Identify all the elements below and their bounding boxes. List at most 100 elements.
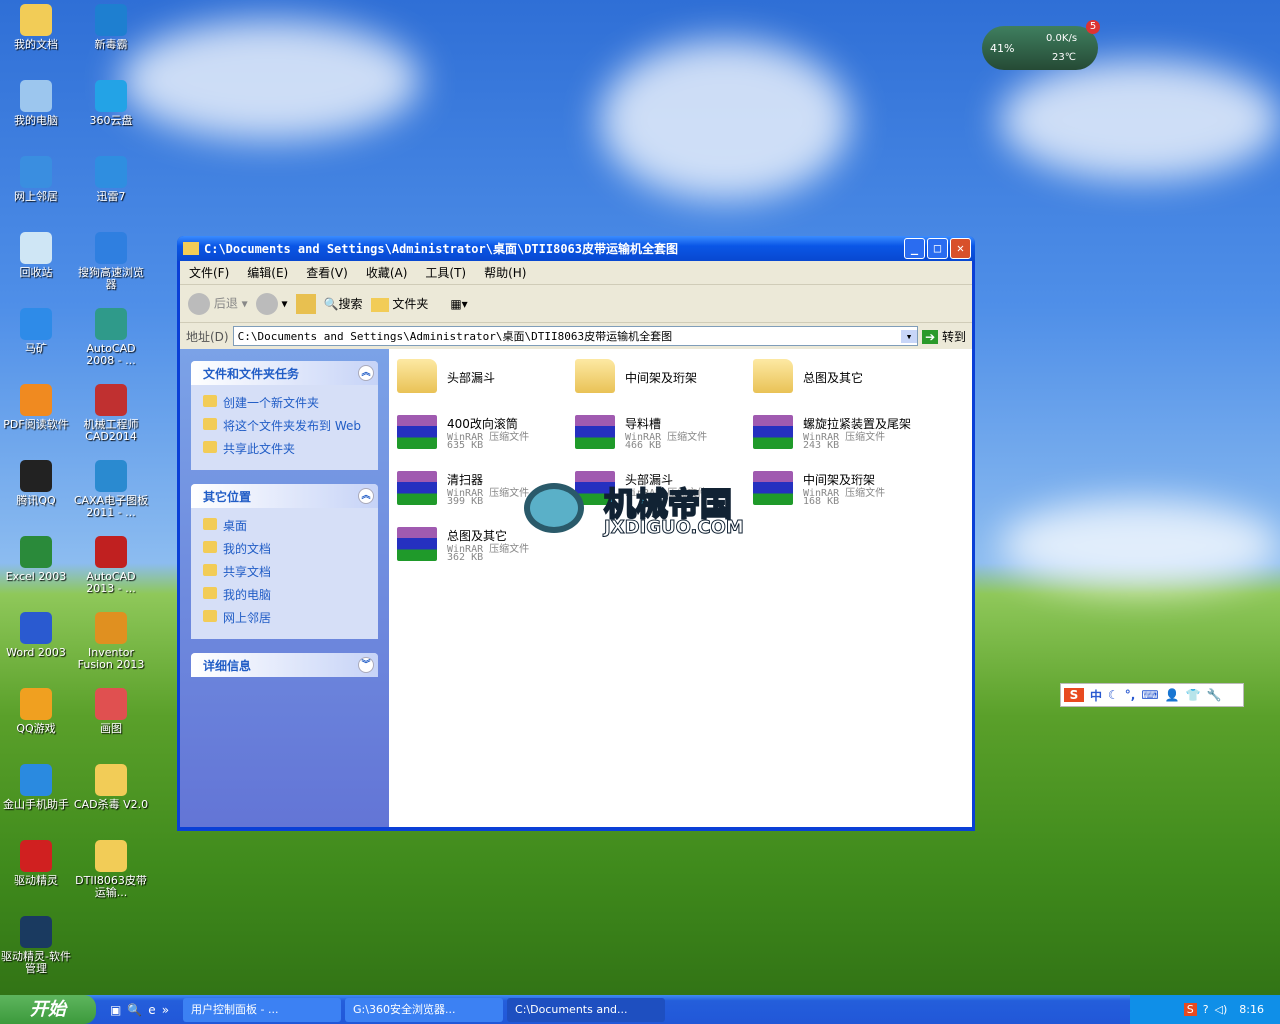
- desktop-icon[interactable]: 新毒霸: [73, 4, 149, 51]
- ime-mode[interactable]: 中: [1090, 687, 1102, 704]
- archive-item[interactable]: 导料槽 WinRAR 压缩文件 466 KB: [575, 409, 753, 459]
- archive-item[interactable]: 清扫器 WinRAR 压缩文件 399 KB: [397, 465, 575, 515]
- clock: 8:16: [1239, 1003, 1264, 1016]
- task-panel: 详细信息 ︾: [191, 653, 378, 677]
- folder-item[interactable]: 总图及其它: [753, 353, 931, 403]
- panel-link[interactable]: 将这个文件夹发布到 Web: [201, 414, 368, 437]
- forward-arrow-icon: [255, 292, 278, 315]
- panel-link[interactable]: 共享文档: [201, 560, 368, 583]
- desktop-icon[interactable]: Inventor Fusion 2013: [73, 612, 149, 671]
- desktop-icon[interactable]: CAD杀毒 V2.0: [73, 764, 149, 811]
- desktop-icon-label: 我的文档: [14, 38, 58, 51]
- desktop-icon[interactable]: Excel 2003: [0, 536, 74, 583]
- title-bar[interactable]: C:\Documents and Settings\Administrator\…: [177, 236, 975, 261]
- folders-button[interactable]: 文件夹: [370, 295, 428, 312]
- help-icon[interactable]: ?: [1203, 1003, 1209, 1016]
- system-monitor-widget[interactable]: 41% 0.0K/s 23℃ 5: [982, 20, 1100, 70]
- desktop-icon[interactable]: CAXA电子图板2011 - ...: [73, 460, 149, 519]
- panel-link[interactable]: 共享此文件夹: [201, 437, 368, 460]
- desktop-icon-label: QQ游戏: [16, 722, 56, 735]
- panel-link[interactable]: 网上邻居: [201, 606, 368, 629]
- menu-item[interactable]: 工具(T): [416, 264, 475, 281]
- archive-item[interactable]: 400改向滚筒 WinRAR 压缩文件 635 KB: [397, 409, 575, 459]
- maximize-button[interactable]: □: [927, 238, 948, 259]
- desktop-icon[interactable]: AutoCAD 2008 - ...: [73, 308, 149, 367]
- show-desktop-icon[interactable]: ▣: [110, 1003, 121, 1017]
- taskbar-button[interactable]: 用户控制面板 - ...: [183, 997, 342, 1022]
- address-input[interactable]: C:\Documents and Settings\Administrator\…: [232, 326, 919, 346]
- close-button[interactable]: ✕: [950, 238, 971, 259]
- archive-item[interactable]: 总图及其它 WinRAR 压缩文件 362 KB: [397, 521, 575, 571]
- desktop-icon[interactable]: 画图: [73, 688, 149, 735]
- user-icon[interactable]: 👤: [1165, 688, 1180, 702]
- desktop-icon[interactable]: 迅雷7: [73, 156, 149, 203]
- collapse-chevron-icon[interactable]: ︽: [358, 365, 374, 381]
- menu-item[interactable]: 查看(V): [297, 264, 357, 281]
- panel-header[interactable]: 详细信息 ︾: [191, 653, 378, 677]
- desktop-icon[interactable]: QQ游戏: [0, 688, 74, 735]
- volume-icon[interactable]: ◁): [1215, 1003, 1228, 1016]
- start-button[interactable]: 开始: [0, 995, 96, 1024]
- ie-icon[interactable]: e: [148, 1003, 155, 1017]
- desktop-icon[interactable]: Word 2003: [0, 612, 74, 659]
- desktop-icon[interactable]: 马矿: [0, 308, 74, 355]
- collapse-chevron-icon[interactable]: ︽: [358, 488, 374, 504]
- ime-toolbar[interactable]: S 中 ☾ °, ⌨ 👤 👕 🔧: [1060, 683, 1244, 707]
- desktop-icon[interactable]: AutoCAD 2013 - ...: [73, 536, 149, 595]
- shirt-icon[interactable]: 👕: [1186, 688, 1201, 702]
- search-icon[interactable]: 🔍: [127, 1003, 142, 1017]
- archive-item[interactable]: 中间架及珩架 WinRAR 压缩文件 168 KB: [753, 465, 931, 515]
- desktop-icon[interactable]: 我的电脑: [0, 80, 74, 127]
- panel-link[interactable]: 创建一个新文件夹: [201, 391, 368, 414]
- panel-link[interactable]: 我的文档: [201, 537, 368, 560]
- minimize-button[interactable]: _: [904, 238, 925, 259]
- app-icon: [95, 384, 127, 416]
- desktop-icon[interactable]: 腾讯QQ: [0, 460, 74, 507]
- app-icon: [20, 536, 52, 568]
- wrench-icon[interactable]: 🔧: [1207, 688, 1222, 702]
- file-type: WinRAR 压缩文件: [625, 488, 708, 499]
- collapse-chevron-icon[interactable]: ︾: [358, 657, 374, 673]
- explorer-window: C:\Documents and Settings\Administrator\…: [177, 236, 975, 831]
- moon-icon[interactable]: ☾: [1108, 688, 1119, 702]
- views-button[interactable]: ▦▾: [450, 297, 467, 311]
- panel-header[interactable]: 其它位置 ︽: [191, 484, 378, 508]
- desktop-icon[interactable]: 驱动精灵: [0, 840, 74, 887]
- desktop-icon-label: 网上邻居: [14, 190, 58, 203]
- desktop-icon[interactable]: 回收站: [0, 232, 74, 279]
- app-icon: [20, 764, 52, 796]
- forward-button[interactable]: ▾: [255, 292, 288, 315]
- expand-icon[interactable]: »: [162, 1003, 169, 1017]
- dropdown-icon[interactable]: ▾: [901, 329, 918, 343]
- desktop-icon[interactable]: 360云盘: [73, 80, 149, 127]
- menu-item[interactable]: 文件(F): [180, 264, 238, 281]
- taskbar-button[interactable]: C:\Documents and...: [507, 997, 666, 1022]
- desktop-icon[interactable]: 金山手机助手: [0, 764, 74, 811]
- menu-item[interactable]: 帮助(H): [475, 264, 535, 281]
- folder-item[interactable]: 中间架及珩架: [575, 353, 753, 403]
- menu-item[interactable]: 收藏(A): [357, 264, 417, 281]
- desktop-icon[interactable]: DTII8063皮带运输...: [73, 840, 149, 899]
- desktop-icon[interactable]: 网上邻居: [0, 156, 74, 203]
- punct-icon[interactable]: °,: [1125, 688, 1136, 702]
- taskbar-button[interactable]: G:\360安全浏览器...: [345, 997, 504, 1022]
- panel-header[interactable]: 文件和文件夹任务 ︽: [191, 361, 378, 385]
- desktop-icon[interactable]: PDF阅读软件: [0, 384, 74, 431]
- menu-item[interactable]: 编辑(E): [238, 264, 297, 281]
- folder-item[interactable]: 头部漏斗: [397, 353, 575, 403]
- panel-link[interactable]: 桌面: [201, 514, 368, 537]
- desktop-icon[interactable]: 机械工程师CAD2014: [73, 384, 149, 443]
- desktop-icon[interactable]: 我的文档: [0, 4, 74, 51]
- sogou-tray-icon[interactable]: S: [1183, 1003, 1197, 1016]
- desktop-icon[interactable]: 搜狗高速浏览器: [73, 232, 149, 291]
- back-button[interactable]: 后退 ▾: [188, 292, 248, 315]
- go-button[interactable]: ➔ 转到: [922, 328, 966, 345]
- desktop-icon[interactable]: 驱动精灵-软件管理: [0, 916, 74, 975]
- archive-item[interactable]: 螺旋拉紧装置及尾架 WinRAR 压缩文件 243 KB: [753, 409, 931, 459]
- up-folder-icon[interactable]: [295, 293, 316, 314]
- keyboard-icon[interactable]: ⌨: [1141, 688, 1158, 702]
- menu-bar: 文件(F) 编辑(E) 查看(V) 收藏(A) 工具(T) 帮助(H): [180, 261, 972, 285]
- search-button[interactable]: 🔍搜索: [324, 295, 363, 312]
- archive-item[interactable]: 头部漏斗 WinRAR 压缩文件: [575, 465, 753, 515]
- panel-link[interactable]: 我的电脑: [201, 583, 368, 606]
